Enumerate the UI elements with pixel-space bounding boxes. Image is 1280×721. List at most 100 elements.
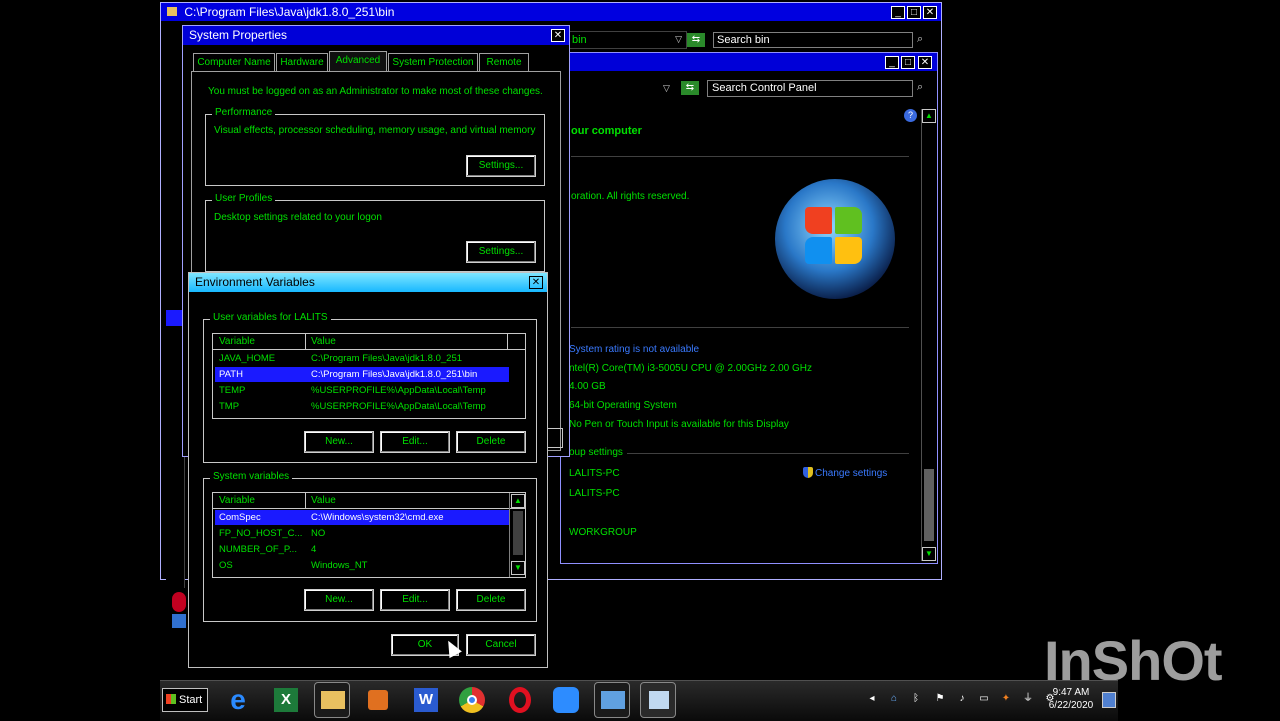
table-row[interactable]: NUMBER_OF_P... 4 <box>215 542 509 557</box>
user-delete-button[interactable]: Delete <box>456 431 526 453</box>
chevron-down-icon[interactable]: ▽ <box>675 34 682 45</box>
file-explorer-icon[interactable] <box>314 682 350 718</box>
system-delete-button[interactable]: Delete <box>456 589 526 611</box>
scroll-up-icon[interactable]: ▲ <box>511 494 525 508</box>
table-row[interactable]: FP_NO_HOST_C... NO <box>215 526 509 541</box>
power-icon[interactable]: ▭ <box>978 693 990 705</box>
clock[interactable]: 9:47 AM 6/22/2020 <box>1040 686 1102 712</box>
cancel-button[interactable]: Cancel <box>466 634 536 656</box>
close-icon[interactable]: ✕ <box>918 56 932 69</box>
tab-system-protection[interactable]: System Protection <box>388 53 478 71</box>
close-icon[interactable]: ✕ <box>529 276 543 289</box>
minimize-icon[interactable]: _ <box>891 6 905 19</box>
media-player-icon[interactable] <box>360 682 396 718</box>
system-list-scrollbar[interactable]: ▲ ▼ <box>509 493 525 577</box>
tab-advanced[interactable]: Advanced <box>329 51 387 72</box>
env-vars-titlebar[interactable]: Environment Variables <box>189 273 547 292</box>
variable-name: OS <box>219 560 233 571</box>
table-row[interactable]: PATH C:\Program Files\Java\jdk1.8.0_251\… <box>215 367 509 382</box>
volume-icon[interactable]: ♪ <box>956 693 968 705</box>
show-desktop-button[interactable] <box>1102 692 1116 708</box>
column-variable[interactable]: Variable <box>219 334 255 349</box>
control-panel-task-icon[interactable] <box>594 682 630 718</box>
variable-name: JAVA_HOME <box>219 353 276 364</box>
maximize-icon[interactable]: □ <box>907 6 921 19</box>
table-row[interactable]: OS Windows_NT <box>215 558 509 573</box>
cp-search-input[interactable]: Search Control Panel <box>707 80 913 97</box>
user-new-button[interactable]: New... <box>304 431 374 453</box>
performance-settings-button[interactable]: Settings... <box>466 155 536 177</box>
zoom-icon[interactable] <box>548 682 584 718</box>
performance-label: Performance <box>212 107 276 118</box>
scroll-down-icon[interactable]: ▼ <box>922 547 936 561</box>
rating-text[interactable]: System rating is not available <box>569 344 699 355</box>
performance-desc: Visual effects, processor scheduling, me… <box>214 125 536 136</box>
desktop-icon[interactable] <box>172 592 188 652</box>
explorer-address-bar[interactable]: bin ▽ <box>569 31 687 49</box>
bluetooth-icon[interactable]: ᛒ <box>910 693 922 705</box>
table-row[interactable]: JAVA_HOME C:\Program Files\Java\jdk1.8.0… <box>215 351 511 366</box>
column-variable[interactable]: Variable <box>219 493 255 508</box>
column-value[interactable]: Value <box>311 334 336 349</box>
obscured-button[interactable] <box>547 428 563 448</box>
change-settings-link[interactable]: Change settings <box>803 467 887 479</box>
system-variables-list[interactable]: Variable Value ComSpec C:\Windows\system… <box>212 492 526 578</box>
refresh-icon[interactable]: ⇆ <box>687 33 705 47</box>
app-tray-icon[interactable]: ✦ <box>1000 693 1012 705</box>
internet-explorer-icon[interactable]: e <box>220 682 256 718</box>
cp-scrollbar[interactable]: ▲ ▼ <box>921 109 936 561</box>
search-icon[interactable]: ⌕ <box>917 33 933 47</box>
chevron-down-icon[interactable]: ▽ <box>663 83 670 94</box>
system-edit-button[interactable]: Edit... <box>380 589 450 611</box>
system-properties-task-icon[interactable] <box>640 682 676 718</box>
tab-hardware[interactable]: Hardware <box>276 53 328 71</box>
flag-icon[interactable]: ⚑ <box>934 693 946 705</box>
refresh-icon[interactable]: ⇆ <box>681 81 699 95</box>
usb-icon[interactable]: ⏚ <box>1022 693 1034 705</box>
cp-titlebar[interactable] <box>561 53 937 71</box>
system-variables-label: System variables <box>210 471 293 482</box>
user-profiles-settings-button[interactable]: Settings... <box>466 241 536 263</box>
minimize-icon[interactable]: _ <box>885 56 899 69</box>
system-variables-group: System variables Variable Value ComSpec … <box>203 471 537 622</box>
close-icon[interactable]: ✕ <box>923 6 937 19</box>
variable-value: 4 <box>311 544 317 555</box>
user-edit-button[interactable]: Edit... <box>380 431 450 453</box>
memory-text: 4.00 GB <box>569 381 606 392</box>
env-vars-title: Environment Variables <box>195 275 315 289</box>
start-label: Start <box>179 694 203 706</box>
workgroup-value: WORKGROUP <box>569 527 637 538</box>
table-row[interactable]: TMP %USERPROFILE%\AppData\Local\Temp <box>215 399 511 414</box>
scroll-up-icon[interactable]: ▲ <box>922 109 936 123</box>
maximize-icon[interactable]: □ <box>901 56 915 69</box>
opera-icon[interactable] <box>502 682 538 718</box>
table-row[interactable]: ComSpec C:\Windows\system32\cmd.exe <box>215 510 509 525</box>
close-icon[interactable]: ✕ <box>551 29 565 42</box>
column-value[interactable]: Value <box>311 493 336 508</box>
user-variables-list[interactable]: Variable Value JAVA_HOME C:\Program File… <box>212 333 526 419</box>
system-properties-titlebar[interactable]: System Properties <box>183 26 569 45</box>
help-icon[interactable]: ? <box>904 109 917 122</box>
variable-value: Windows_NT <box>311 560 368 571</box>
explorer-titlebar[interactable]: C:\Program Files\Java\jdk1.8.0_251\bin <box>161 3 941 21</box>
excel-icon[interactable]: X <box>268 682 304 718</box>
tab-remote[interactable]: Remote <box>479 53 529 71</box>
user-profiles-label: User Profiles <box>212 193 276 204</box>
scroll-thumb[interactable] <box>924 469 934 541</box>
word-icon[interactable]: W <box>408 682 444 718</box>
explorer-search-input[interactable]: Search bin <box>713 32 913 48</box>
system-new-button[interactable]: New... <box>304 589 374 611</box>
scroll-down-icon[interactable]: ▼ <box>511 561 525 575</box>
start-button[interactable]: Start <box>162 688 208 712</box>
network-tray-icon[interactable]: ⌂ <box>888 693 900 705</box>
scroll-thumb[interactable] <box>513 511 523 555</box>
group-settings-text: oup settings <box>569 447 623 458</box>
search-placeholder: Search bin <box>717 34 770 46</box>
tab-computer-name[interactable]: Computer Name <box>193 53 275 71</box>
table-row[interactable]: TEMP %USERPROFILE%\AppData\Local\Temp <box>215 383 511 398</box>
variable-value: NO <box>311 528 326 539</box>
chrome-icon[interactable] <box>454 682 490 718</box>
show-hidden-icon[interactable]: ◂ <box>866 693 878 705</box>
search-icon[interactable]: ⌕ <box>917 81 923 94</box>
pen-touch-text: No Pen or Touch Input is available for t… <box>569 419 789 430</box>
